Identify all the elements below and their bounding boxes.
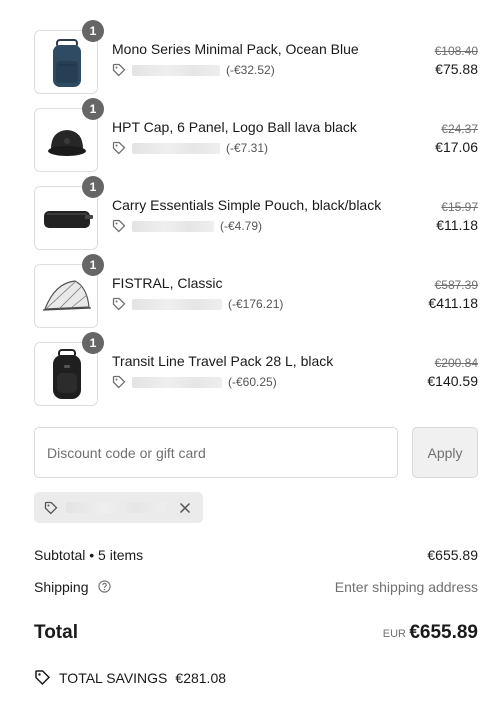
discount-amount: (-€7.31)	[226, 141, 269, 155]
product-thumbnail: 1	[34, 98, 104, 172]
close-icon[interactable]	[178, 501, 192, 515]
original-price: €108.40	[434, 44, 478, 58]
redacted-code	[132, 376, 222, 388]
tag-icon	[35, 670, 51, 686]
discount-amount: (-€60.25)	[228, 375, 277, 389]
item-discount: (-€60.25)	[112, 374, 277, 390]
tag-icon	[112, 141, 126, 155]
item-price: €411.18	[428, 295, 478, 311]
quantity-badge: 1	[82, 20, 104, 42]
savings-label: TOTAL SAVINGS	[59, 669, 168, 686]
discount-amount: (-€4.79)	[220, 219, 263, 233]
quantity-badge: 1	[82, 98, 104, 120]
redacted-code	[132, 142, 220, 154]
item-discount: (-€176.21)	[112, 296, 283, 312]
tag-icon	[112, 375, 126, 389]
original-price: €587.39	[434, 278, 478, 292]
total-currency: EUR	[382, 628, 406, 640]
product-thumbnail: 1	[34, 332, 104, 406]
tag-icon	[112, 297, 126, 311]
original-price: €24.37	[441, 122, 478, 136]
quantity-badge: 1	[82, 176, 104, 198]
shipping-row: Shipping	[34, 579, 112, 595]
subtotal-label: Subtotal • 5 items	[34, 547, 144, 563]
tag-icon	[44, 501, 58, 514]
line-item: 1 Transit Line Travel Pack 28 L, black (…	[34, 332, 478, 406]
item-name: Transit Line Travel Pack 28 L, black	[112, 353, 334, 369]
discount-code-input[interactable]	[34, 427, 398, 478]
subtotal-value: €655.89	[427, 547, 478, 563]
product-thumbnail: 1	[34, 20, 104, 94]
item-price: €140.59	[427, 373, 478, 389]
product-thumbnail: 1	[34, 254, 104, 328]
item-price: €75.88	[435, 61, 478, 77]
product-thumbnail: 1	[34, 176, 104, 250]
applied-discount-chip	[34, 492, 203, 523]
total-value: €655.89	[409, 622, 478, 643]
line-item: 1 HPT Cap, 6 Panel, Logo Ball lava black…	[34, 98, 478, 172]
line-item: 1 Mono Series Minimal Pack, Ocean Blue (…	[34, 20, 478, 94]
item-name: HPT Cap, 6 Panel, Logo Ball lava black	[112, 119, 357, 135]
redacted-code	[132, 298, 222, 310]
item-name: FISTRAL, Classic	[112, 275, 223, 291]
redacted-code	[132, 64, 220, 76]
discount-amount: (-€32.52)	[226, 63, 275, 77]
quantity-badge: 1	[82, 254, 104, 276]
item-price: €17.06	[435, 139, 478, 155]
quantity-badge: 1	[82, 332, 104, 354]
line-item: 1 FISTRAL, Classic (-€176.21) €587.39 €4…	[34, 254, 478, 328]
item-name: Mono Series Minimal Pack, Ocean Blue	[112, 41, 359, 57]
item-discount: (-€32.52)	[112, 62, 275, 78]
item-discount: (-€7.31)	[112, 140, 268, 156]
original-price: €200.84	[434, 356, 478, 370]
savings-value: €281.08	[175, 669, 227, 686]
shipping-label: Shipping	[34, 579, 89, 595]
apply-button[interactable]: Apply	[412, 427, 478, 478]
total-label: Total	[34, 622, 78, 643]
redacted-code	[66, 502, 166, 513]
item-discount: (-€4.79)	[112, 218, 262, 234]
item-name: Carry Essentials Simple Pouch, black/bla…	[112, 197, 382, 213]
redacted-code	[132, 220, 214, 232]
line-item: 1 Carry Essentials Simple Pouch, black/b…	[34, 176, 478, 250]
original-price: €15.97	[441, 200, 478, 214]
tag-icon	[112, 63, 126, 77]
discount-amount: (-€176.21)	[228, 297, 284, 311]
item-price: €11.18	[436, 217, 478, 233]
help-icon[interactable]	[98, 580, 112, 593]
shipping-value: Enter shipping address	[334, 579, 478, 595]
tag-icon	[112, 219, 126, 233]
total-savings: TOTAL SAVINGS €281.08	[34, 669, 226, 686]
